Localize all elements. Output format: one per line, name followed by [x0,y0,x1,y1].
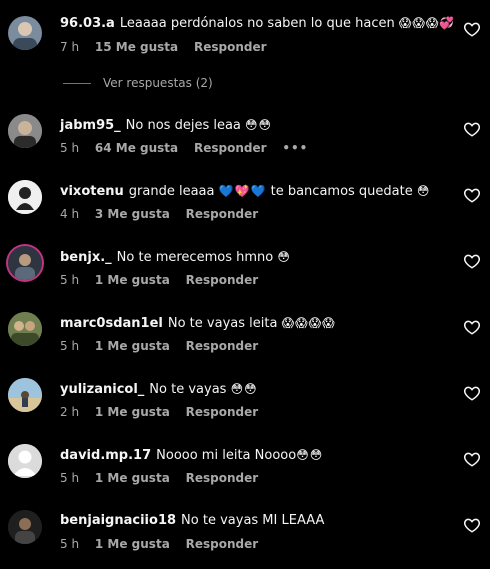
view-replies-label: Ver respuestas (2) [103,76,213,90]
timestamp: 5 h [60,141,80,155]
avatar[interactable] [8,444,42,478]
comment-item: vixotenu grande leaaa 💙💖💙 te bancamos que… [0,178,490,234]
timestamp: 4 h [60,207,80,221]
comment-item: jabm95_ No nos dejes leaa 😳😳 5 h 64 Me gu… [0,112,490,168]
heart-outline-icon[interactable] [463,20,481,38]
likes-count[interactable]: 64 Me gusta [95,141,178,155]
comment-emoji: 💙💖💙 [218,184,267,198]
timestamp: 5 h [60,537,80,551]
username[interactable]: benjx._ [60,250,112,265]
username[interactable]: jabm95_ [60,118,121,133]
reply-button[interactable]: Responder [186,405,259,419]
avatar[interactable] [8,510,42,544]
timestamp: 5 h [60,273,80,287]
more-options-icon[interactable]: ••• [282,141,308,155]
timestamp: 7 h [60,40,80,54]
comment-item: yulizanicol_ No te vayas 😳😳 2 h 1 Me gust… [0,376,490,432]
username[interactable]: david.mp.17 [60,448,151,463]
username[interactable]: marc0sdan1el [60,316,163,331]
heart-outline-icon[interactable] [463,186,481,204]
reply-button[interactable]: Responder [186,537,259,551]
comment-item: benjx._ No te merecemos hmno 😳 5 h 1 Me g… [0,244,490,300]
heart-outline-icon[interactable] [463,120,481,138]
comment-text-continued: te bancamos quedate [270,184,413,199]
likes-count[interactable]: 1 Me gusta [95,405,170,419]
reply-button[interactable]: Responder [194,141,267,155]
default-avatar-icon [8,444,42,478]
likes-count[interactable]: 1 Me gusta [95,273,170,287]
reply-button[interactable]: Responder [186,339,259,353]
comment-emoji: 😳 [416,184,431,198]
username[interactable]: vixotenu [60,184,124,199]
heart-outline-icon[interactable] [463,318,481,336]
replies-divider [63,83,91,84]
reply-button[interactable]: Responder [194,40,267,54]
comment-item: benjaignaciio18 No te vayas MI LEAAA 5 h … [0,508,490,564]
comment-emoji: 😳😳 [245,118,273,132]
timestamp: 5 h [60,339,80,353]
comment-item: 96.03.a Leaaaa perdónalos no saben lo que… [0,10,490,66]
avatar[interactable] [8,378,42,412]
comment-emoji: 😳😳 [296,448,324,462]
likes-count[interactable]: 15 Me gusta [95,40,178,54]
likes-count[interactable]: 1 Me gusta [95,471,170,485]
avatar[interactable] [8,246,42,280]
comment-item: david.mp.17 Noooo mi leita Noooo😳😳 5 h 1 … [0,442,490,498]
avatar[interactable] [8,16,42,50]
username[interactable]: 96.03.a [60,16,115,31]
avatar[interactable] [8,312,42,346]
comment-text: No te vayas [149,382,227,397]
reply-button[interactable]: Responder [186,471,259,485]
comment-emoji: 😱😱😱💞 [398,16,456,30]
likes-count[interactable]: 1 Me gusta [95,339,170,353]
comment-text: grande leaaa [128,184,215,199]
comment-emoji: 😳😳 [230,382,258,396]
reply-button[interactable]: Responder [186,207,259,221]
avatar[interactable] [8,180,42,214]
avatar[interactable] [8,114,42,148]
heart-outline-icon[interactable] [463,516,481,534]
comment-text: Leaaaa perdónalos no saben lo que hacen [119,16,395,31]
reply-button[interactable]: Responder [186,273,259,287]
likes-count[interactable]: 3 Me gusta [95,207,170,221]
username[interactable]: benjaignaciio18 [60,513,176,528]
comment-text: No te vayas leita [167,316,278,331]
username[interactable]: yulizanicol_ [60,382,144,397]
likes-count[interactable]: 1 Me gusta [95,537,170,551]
heart-outline-icon[interactable] [463,384,481,402]
timestamp: 5 h [60,471,80,485]
timestamp: 2 h [60,405,80,419]
heart-outline-icon[interactable] [463,450,481,468]
comment-item: marc0sdan1el No te vayas leita 😱😱😱😱 5 h 1… [0,310,490,366]
comment-emoji: 😳 [277,250,291,264]
comment-text: No te merecemos hmno [116,250,274,265]
comment-text: No te vayas MI LEAAA [181,513,325,528]
comment-text: No nos dejes leaa [125,118,241,133]
comment-text: Noooo mi leita Noooo [156,448,297,463]
comment-emoji: 😱😱😱😱 [281,316,336,330]
heart-outline-icon[interactable] [463,252,481,270]
view-replies-button[interactable]: Ver respuestas (2) [63,76,213,92]
